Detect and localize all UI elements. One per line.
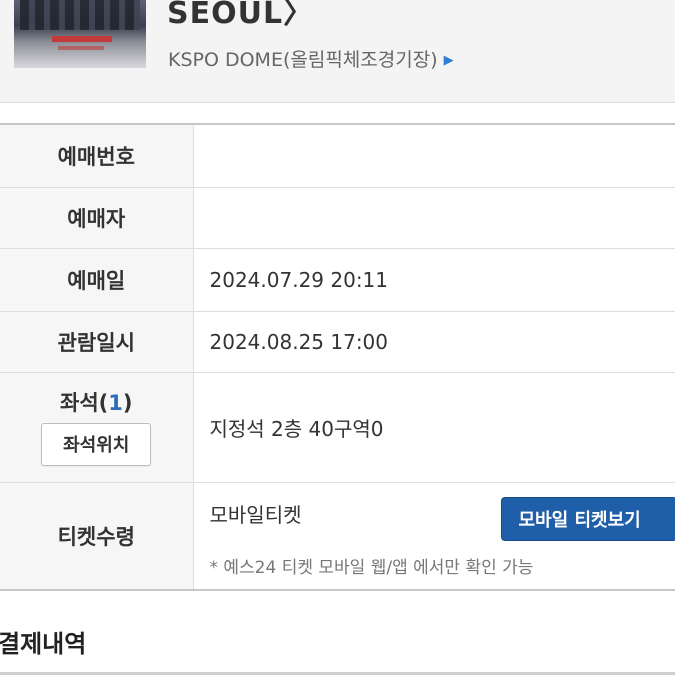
payment-section-title: 결제내역 bbox=[0, 630, 87, 658]
venue-name[interactable]: KSPO DOME(올림픽체조경기장) bbox=[168, 49, 438, 71]
mobile-ticket-view-button[interactable]: 모바일 티켓보기 bbox=[500, 496, 675, 541]
show-datetime-label: 관람일시 bbox=[0, 311, 194, 373]
poster-artists-graphic bbox=[20, 0, 140, 30]
ticket-type-value: 모바일티켓 bbox=[209, 502, 302, 527]
booking-date-label: 예매일 bbox=[0, 248, 194, 312]
booking-number-label: 예매번호 bbox=[0, 124, 194, 188]
seat-label: 좌석(1) bbox=[0, 389, 193, 417]
reservation-info-table: 예매번호 예매자 예매일 2024.07.29 20:11 관람일시 2024.… bbox=[0, 123, 675, 591]
table-row: 좌석(1) 좌석위치 지정석 2층 40구역0 bbox=[0, 372, 675, 483]
ticket-receipt-cell: 모바일티켓 모바일 티켓보기 * 예스24 티켓 모바일 웹/앱 에서만 확인 … bbox=[193, 482, 675, 591]
table-row: 예매일 2024.07.29 20:11 bbox=[0, 248, 675, 312]
show-header: SEOUL〉 KSPO DOME(올림픽체조경기장) ▶ bbox=[0, 0, 675, 103]
poster-logo-graphic-2 bbox=[58, 46, 104, 50]
show-title: SEOUL〉 bbox=[167, 0, 315, 31]
seat-label-text: 좌석 bbox=[60, 390, 99, 415]
venue-link[interactable]: KSPO DOME(올림픽체조경기장) ▶ bbox=[168, 45, 454, 72]
booker-value bbox=[193, 187, 675, 249]
show-poster-image[interactable] bbox=[14, 0, 146, 68]
booker-label: 예매자 bbox=[0, 187, 194, 249]
table-row: 예매번호 bbox=[0, 124, 675, 188]
venue-arrow-icon[interactable]: ▶ bbox=[444, 53, 454, 68]
poster-logo-graphic bbox=[52, 36, 112, 42]
seat-value: 지정석 2층 40구역0 bbox=[193, 372, 675, 483]
seat-location-button[interactable]: 좌석위치 bbox=[41, 422, 152, 466]
seat-paren-open: ( bbox=[98, 390, 109, 415]
show-datetime-value: 2024.08.25 17:00 bbox=[193, 311, 675, 373]
table-row: 티켓수령 모바일티켓 모바일 티켓보기 * 예스24 티켓 모바일 웹/앱 에서… bbox=[0, 482, 675, 591]
seat-header-cell: 좌석(1) 좌석위치 bbox=[0, 372, 194, 483]
booking-date-value: 2024.07.29 20:11 bbox=[193, 248, 675, 312]
seat-count: 1 bbox=[108, 390, 123, 415]
booking-number-value bbox=[193, 124, 675, 188]
ticket-note: * 예스24 티켓 모바일 웹/앱 에서만 확인 가능 bbox=[209, 557, 534, 578]
ticket-receipt-label: 티켓수령 bbox=[0, 482, 194, 591]
seat-paren-close: ) bbox=[122, 390, 133, 415]
table-row: 예매자 bbox=[0, 187, 675, 249]
table-row: 관람일시 2024.08.25 17:00 bbox=[0, 311, 675, 373]
